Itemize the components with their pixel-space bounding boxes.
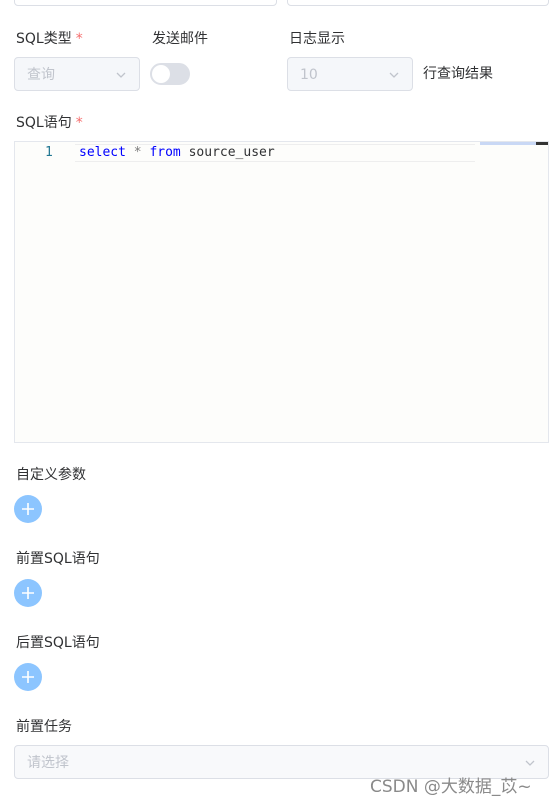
add-pre-sql-button[interactable] [14,579,42,607]
sql-type-value: 查询 [27,67,55,83]
minimap[interactable] [480,142,536,145]
chevron-down-icon [116,72,126,78]
custom-params-label: 自定义参数 [16,467,86,483]
log-display-select[interactable]: 10 [287,57,413,91]
sql-operator: * [125,145,150,160]
top-input-left[interactable] [14,0,277,6]
add-post-sql-button[interactable] [14,663,42,691]
sql-identifier: source_user [180,145,275,160]
send-email-label: 发送邮件 [152,31,208,47]
line-number: 1 [45,145,53,160]
send-email-toggle[interactable] [150,63,190,85]
sql-type-label: SQL类型 * [16,29,83,49]
sql-type-label-text: SQL类型 [16,31,72,47]
top-input-right[interactable] [287,0,549,6]
add-custom-param-button[interactable] [14,495,42,523]
post-sql-label: 后置SQL语句 [16,635,100,651]
required-mark: * [75,115,83,131]
sql-statement-label: SQL语句 * [16,113,83,133]
plus-icon [22,503,34,515]
log-display-suffix: 行查询结果 [423,66,493,82]
watermark-text: CSDN @大数据_苡~ [370,777,532,797]
sql-statement-label-text: SQL语句 [16,115,72,131]
sql-keyword: select [79,145,126,160]
sql-type-select[interactable]: 查询 [14,57,140,91]
sql-keyword: from [149,145,181,160]
plus-icon [22,587,34,599]
chevron-down-icon [389,72,399,78]
sql-code-editor[interactable]: 1 select * from source_user [14,141,549,443]
chevron-down-icon [525,760,535,766]
pre-sql-label: 前置SQL语句 [16,551,100,567]
scrollbar-thumb[interactable] [536,142,548,145]
pre-task-label: 前置任务 [16,719,72,735]
log-display-label: 日志显示 [289,31,345,47]
log-display-value: 10 [300,67,318,83]
plus-icon [22,671,34,683]
toggle-knob [152,65,170,83]
code-line: select * from source_user [79,144,275,162]
pre-task-placeholder: 请选择 [27,755,69,771]
required-mark: * [75,31,83,47]
